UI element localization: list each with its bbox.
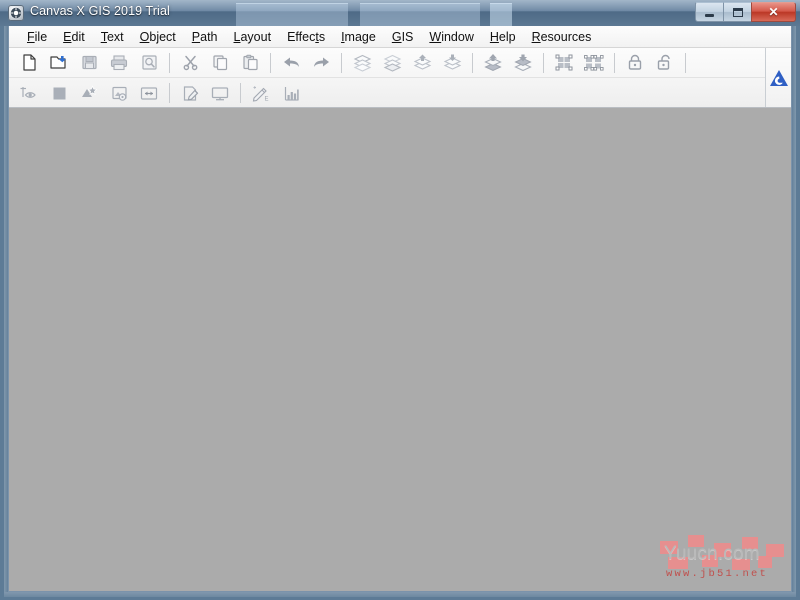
print-icon[interactable]	[104, 49, 134, 77]
open-folder-icon[interactable]	[44, 49, 74, 77]
menu-item-file[interactable]: File	[19, 28, 55, 46]
toolbar-separator	[614, 52, 615, 73]
toolbar-separator	[341, 52, 342, 73]
bring-forward-icon[interactable]	[407, 49, 437, 77]
title-bar[interactable]: Canvas X GIS 2019 Trial ✕	[0, 0, 800, 26]
undo-arrow-icon[interactable]	[276, 49, 306, 77]
paste-icon[interactable]	[235, 49, 265, 77]
background-window-ghost	[490, 3, 512, 26]
send-to-back-icon[interactable]	[377, 49, 407, 77]
menu-item-object[interactable]: Object	[132, 28, 184, 46]
toolbar-separator	[169, 52, 170, 73]
toolbar-separator	[472, 52, 473, 73]
image-settings-icon[interactable]	[104, 79, 134, 107]
display-monitor-icon[interactable]	[205, 79, 235, 107]
close-icon: ✕	[768, 5, 779, 19]
menu-item-edit[interactable]: Edit	[55, 28, 93, 46]
background-window-ghost	[236, 3, 348, 26]
document-canvas[interactable]: Yuucn.com www.jb51.net	[9, 108, 791, 591]
svg-text:E: E	[265, 96, 269, 102]
save-icon[interactable]	[74, 49, 104, 77]
toolbar-separator	[543, 52, 544, 73]
menu-bar: File Edit Text Object Path Layout Effect…	[9, 26, 791, 48]
annotate-pen-icon[interactable]: E	[246, 79, 276, 107]
cut-scissors-icon[interactable]	[175, 49, 205, 77]
canvas-app-icon[interactable]	[8, 5, 24, 21]
group-icon[interactable]	[549, 49, 579, 77]
move-layer-up-icon[interactable]	[478, 49, 508, 77]
send-backward-icon[interactable]	[437, 49, 467, 77]
caption-buttons: ✕	[695, 2, 796, 22]
redo-arrow-icon[interactable]	[306, 49, 336, 77]
lock-icon[interactable]	[620, 49, 650, 77]
menu-item-text[interactable]: Text	[93, 28, 132, 46]
fill-color-icon[interactable]	[44, 79, 74, 107]
background-window-ghost	[360, 3, 480, 26]
menu-item-effects[interactable]: Effects	[279, 28, 333, 46]
toolbar-separator	[270, 52, 271, 73]
menu-item-layout[interactable]: Layout	[226, 28, 280, 46]
visibility-eye-icon[interactable]	[14, 79, 44, 107]
resize-width-icon[interactable]	[134, 79, 164, 107]
copy-icon[interactable]	[205, 49, 235, 77]
menu-item-window[interactable]: Window	[421, 28, 481, 46]
toolbar-primary	[9, 48, 765, 78]
menu-item-image[interactable]: Image	[333, 28, 384, 46]
new-document-icon[interactable]	[14, 49, 44, 77]
edit-document-icon[interactable]	[175, 79, 205, 107]
canvas-gis-logo-icon[interactable]	[765, 48, 791, 107]
toolbar-separator	[169, 83, 170, 103]
menu-item-help[interactable]: Help	[482, 28, 524, 46]
minimize-button[interactable]	[695, 2, 724, 22]
watermark: Yuucn.com www.jb51.net	[658, 535, 788, 587]
close-button[interactable]: ✕	[751, 2, 796, 22]
menu-item-gis[interactable]: GIS	[384, 28, 422, 46]
window-frame-bottom	[4, 592, 796, 597]
watermark-text: Yuucn.com	[664, 543, 760, 564]
move-layer-down-icon[interactable]	[508, 49, 538, 77]
effects-sparkle-icon[interactable]	[74, 79, 104, 107]
bring-to-front-icon[interactable]	[347, 49, 377, 77]
maximize-icon	[732, 7, 743, 17]
application-window: Canvas X GIS 2019 Trial ✕ File Edit Text…	[0, 0, 800, 600]
window-frame-right	[792, 26, 796, 592]
print-preview-icon[interactable]	[134, 49, 164, 77]
watermark-subtext: www.jb51.net	[666, 568, 769, 580]
bar-chart-icon[interactable]	[276, 79, 306, 107]
window-title: Canvas X GIS 2019 Trial	[30, 4, 170, 18]
unlock-icon[interactable]	[650, 49, 680, 77]
ungroup-icon[interactable]	[579, 49, 609, 77]
toolbar-separator	[685, 52, 686, 73]
menu-item-resources[interactable]: Resources	[524, 28, 600, 46]
toolbar-secondary: E	[9, 78, 765, 108]
toolbar-container: E	[9, 48, 791, 108]
menu-item-path[interactable]: Path	[184, 28, 226, 46]
minimize-icon	[705, 13, 714, 17]
toolbar-separator	[240, 83, 241, 103]
client-area: File Edit Text Object Path Layout Effect…	[8, 26, 792, 592]
maximize-button[interactable]	[723, 2, 752, 22]
